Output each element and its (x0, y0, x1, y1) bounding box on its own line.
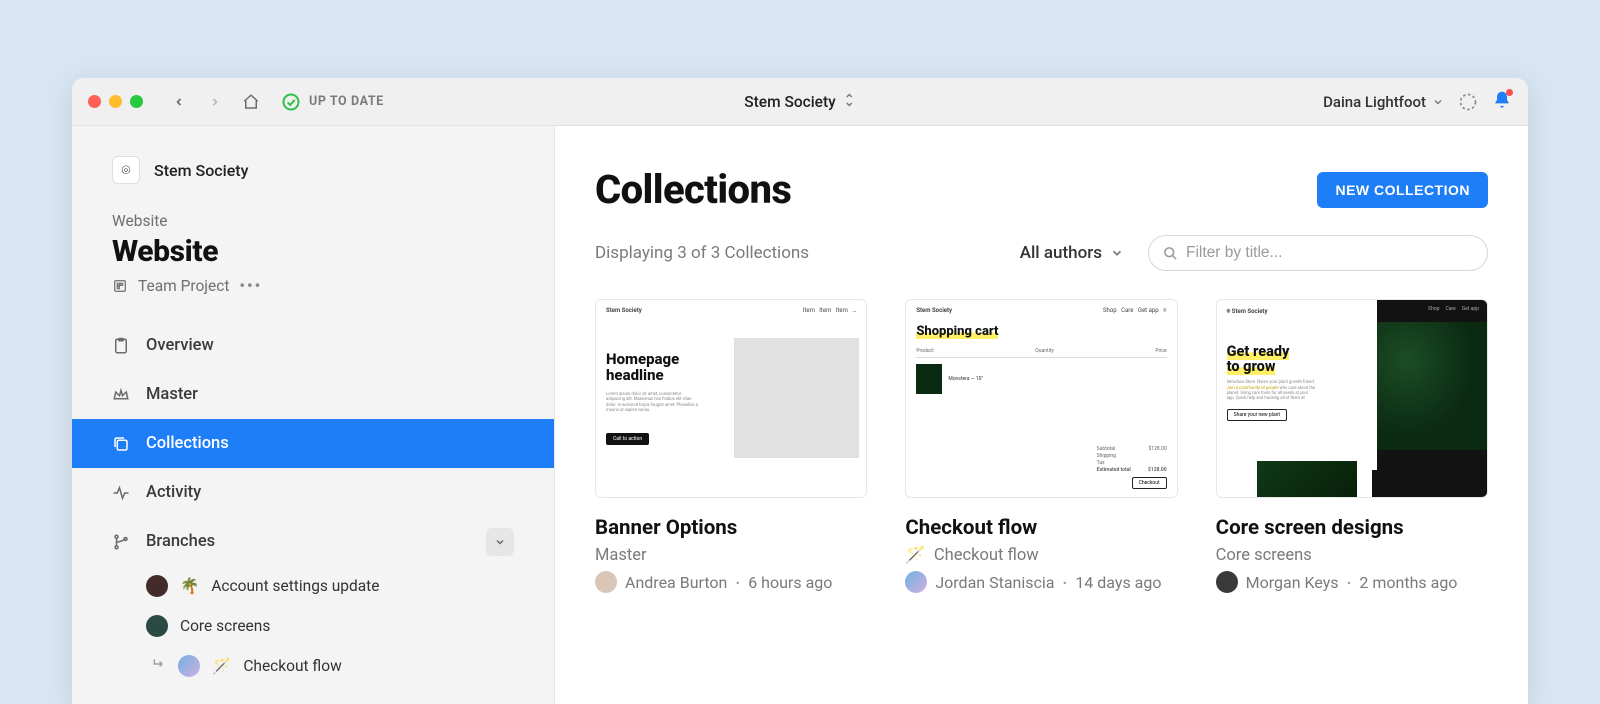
collection-card[interactable]: Stem SocietyShop Care Get app ⌾ Shopping… (905, 299, 1177, 593)
collection-card[interactable]: Stem SocietyItem Item Item … Homepage he… (595, 299, 867, 593)
collections-grid: Stem SocietyItem Item Item … Homepage he… (595, 299, 1488, 593)
collection-meta: Morgan Keys · 2 months ago (1216, 571, 1488, 593)
branch-item[interactable]: Core screens (72, 606, 554, 646)
main-panel: Collections NEW COLLECTION Displaying 3 … (555, 126, 1528, 704)
sidebar-item-label: Activity (146, 483, 201, 502)
window-controls (88, 95, 143, 108)
org-chip[interactable]: ⌾ Stem Society (112, 156, 514, 184)
chevron-down-icon (1432, 96, 1444, 108)
collection-title: Banner Options (595, 516, 867, 540)
project-meta: Team Project ••• (112, 277, 514, 295)
collection-branch: Master (595, 546, 867, 565)
collection-thumbnail: Stem SocietyItem Item Item … Homepage he… (595, 299, 867, 498)
avatar (1216, 571, 1238, 593)
collection-time: 6 hours ago (748, 573, 832, 592)
filter-input[interactable] (1186, 244, 1473, 262)
sidebar-item-branches[interactable]: Branches (72, 517, 554, 566)
collection-author: Jordan Staniscia (935, 573, 1054, 592)
home-button[interactable] (239, 90, 263, 114)
chevron-down-icon (1110, 246, 1124, 260)
more-icon[interactable]: ••• (239, 277, 262, 295)
sidebar-item-overview[interactable]: Overview (72, 321, 554, 370)
project-switcher-label: Stem Society (744, 93, 835, 111)
authors-filter[interactable]: All authors (1020, 243, 1124, 263)
branch-emoji: 🌴 (180, 577, 199, 595)
collection-time: 14 days ago (1075, 573, 1161, 592)
collection-title: Checkout flow (905, 516, 1177, 540)
branches-icon (112, 533, 130, 551)
notifications-button[interactable] (1492, 90, 1512, 114)
maximize-window-button[interactable] (130, 95, 143, 108)
sync-status: UP TO DATE (281, 92, 384, 112)
notification-dot (1506, 89, 1513, 96)
new-collection-button[interactable]: NEW COLLECTION (1317, 172, 1488, 208)
sidebar-item-activity[interactable]: Activity (72, 468, 554, 517)
collection-meta: Andrea Burton · 6 hours ago (595, 571, 867, 593)
titlebar: UP TO DATE Stem Society Daina Lightfoot (72, 78, 1528, 126)
minimize-window-button[interactable] (109, 95, 122, 108)
org-name: Stem Society (154, 161, 248, 180)
back-button[interactable] (167, 90, 191, 114)
collection-branch: Core screens (1216, 546, 1488, 565)
sync-status-label: UP TO DATE (309, 94, 384, 109)
user-name: Daina Lightfoot (1323, 93, 1426, 111)
branch-item[interactable]: 🌴 Account settings update (72, 566, 554, 606)
collection-title: Core screen designs (1216, 516, 1488, 540)
project-title: Website (112, 234, 514, 269)
chevron-down-icon (494, 536, 506, 548)
org-logo: ⌾ (112, 156, 140, 184)
forward-button[interactable] (203, 90, 227, 114)
avatar (146, 575, 168, 597)
branch-label: Checkout flow (243, 657, 341, 675)
filter-input-wrap[interactable] (1148, 235, 1488, 271)
avatar (595, 571, 617, 593)
collection-thumbnail: ShopCareGet app ⌾ Stem Society Get ready… (1216, 299, 1488, 498)
app-window: UP TO DATE Stem Society Daina Lightfoot (72, 78, 1528, 704)
collection-time: 2 months ago (1359, 573, 1457, 592)
avatar (905, 571, 927, 593)
sidebar-item-label: Branches (146, 532, 215, 551)
sidebar-item-label: Master (146, 385, 198, 404)
close-window-button[interactable] (88, 95, 101, 108)
branch-label: Account settings update (211, 577, 379, 595)
sidebar-item-label: Collections (146, 434, 229, 453)
collection-thumbnail: Stem SocietyShop Care Get app ⌾ Shopping… (905, 299, 1177, 498)
breadcrumb[interactable]: Website (112, 212, 514, 230)
branch-label: Core screens (180, 617, 270, 635)
avatar (178, 655, 200, 677)
user-menu[interactable]: Daina Lightfoot (1323, 93, 1444, 111)
team-icon (112, 278, 128, 294)
collection-author: Morgan Keys (1246, 573, 1339, 592)
app-body: ⌾ Stem Society Website Website Team Proj… (72, 126, 1528, 704)
branch-emoji: 🪄 (212, 657, 231, 675)
page-title: Collections (595, 166, 791, 213)
sidebar-item-master[interactable]: Master (72, 370, 554, 419)
collection-meta: Jordan Staniscia · 14 days ago (905, 571, 1177, 593)
activity-icon (112, 484, 130, 502)
project-type-label: Team Project (138, 277, 229, 295)
project-switcher[interactable]: Stem Society (744, 92, 855, 112)
collection-author: Andrea Burton (625, 573, 727, 592)
authors-filter-label: All authors (1020, 243, 1102, 263)
collection-card[interactable]: ShopCareGet app ⌾ Stem Society Get ready… (1216, 299, 1488, 593)
crown-icon (112, 386, 130, 404)
branch-item[interactable]: 🪄 Checkout flow (72, 646, 554, 686)
sidebar-nav: Overview Master Collections Activity Bra… (72, 321, 554, 686)
updown-icon (844, 92, 856, 112)
search-icon (1163, 246, 1178, 261)
result-count: Displaying 3 of 3 Collections (595, 243, 996, 263)
sidebar-item-label: Overview (146, 336, 214, 355)
overview-icon (112, 337, 130, 355)
sidebar: ⌾ Stem Society Website Website Team Proj… (72, 126, 555, 704)
collection-branch: 🪄 Checkout flow (905, 546, 1177, 565)
collections-icon (112, 435, 130, 453)
sub-branch-arrow-icon (152, 657, 166, 675)
help-button[interactable] (1458, 92, 1478, 112)
collapse-branches-button[interactable] (486, 528, 514, 556)
sidebar-item-collections[interactable]: Collections (72, 419, 554, 468)
check-circle-icon (281, 92, 301, 112)
avatar (146, 615, 168, 637)
